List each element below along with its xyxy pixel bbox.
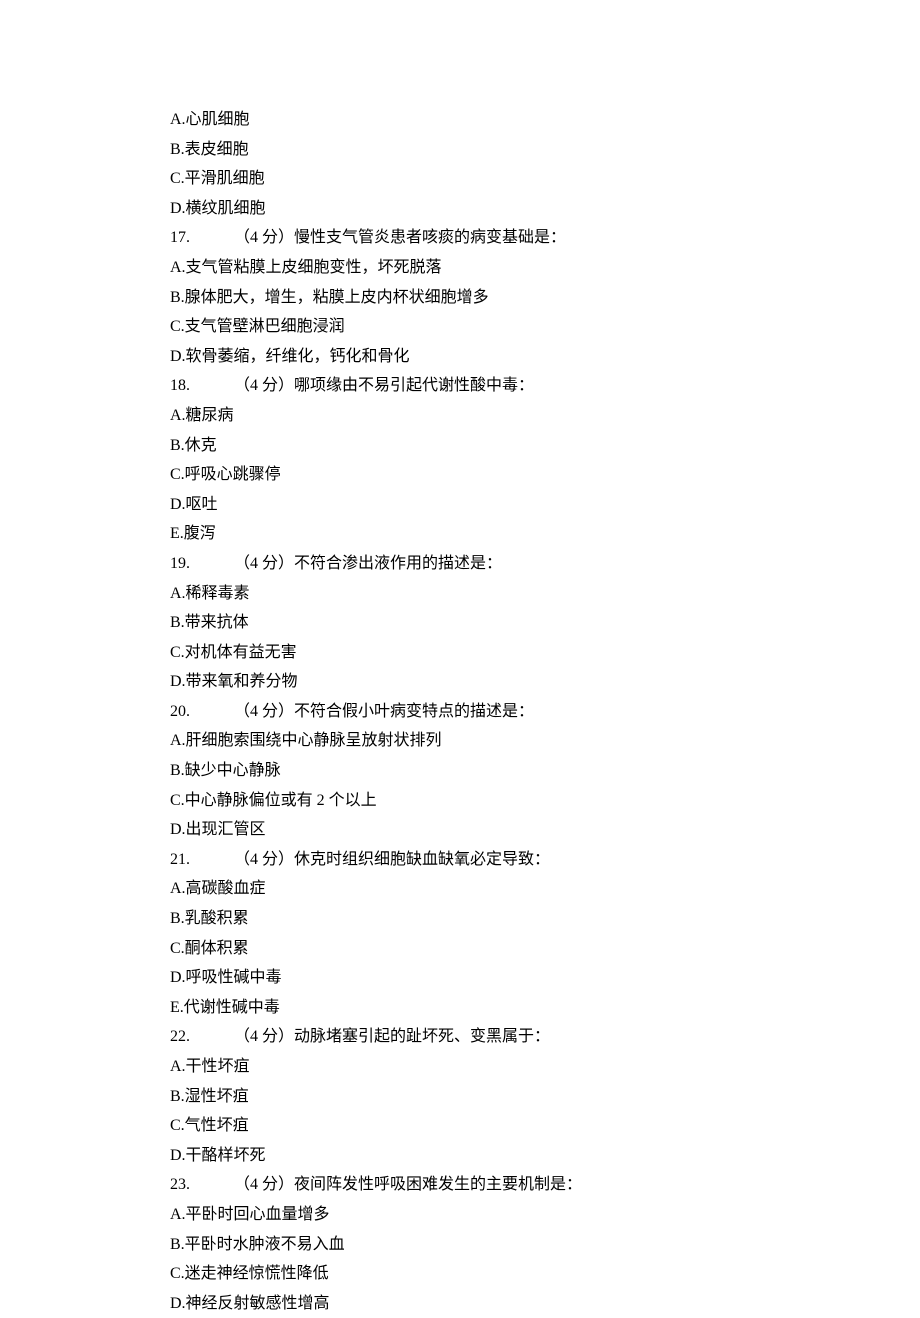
option-line: D.神经反射敏感性增高 xyxy=(170,1289,770,1318)
option-line: A.支气管粘膜上皮细胞变性，坏死脱落 xyxy=(170,253,770,283)
option-line: B.腺体肥大，增生，粘膜上皮内杯状细胞增多 xyxy=(170,283,770,313)
option-line: C.中心静脉偏位或有 2 个以上 xyxy=(170,786,770,816)
question-number: 21. xyxy=(170,845,234,875)
question-number: 18. xyxy=(170,371,234,401)
option-line: D.呕吐 xyxy=(170,490,770,520)
option-line: B.休克 xyxy=(170,431,770,461)
question-text: （4 分）休克时组织细胞缺血缺氧必定导致： xyxy=(234,845,550,875)
question-text: （4 分）夜间阵发性呼吸困难发生的主要机制是： xyxy=(234,1170,582,1200)
question-number: 19. xyxy=(170,549,234,579)
question-line: 19.（4 分）不符合渗出液作用的描述是： xyxy=(170,549,770,579)
option-line: D.出现汇管区 xyxy=(170,815,770,845)
option-line: E.代谢性碱中毒 xyxy=(170,993,770,1023)
option-line: D.软骨萎缩，纤维化，钙化和骨化 xyxy=(170,342,770,372)
option-line: B.表皮细胞 xyxy=(170,135,770,165)
question-number: 17. xyxy=(170,223,234,253)
option-line: A.心肌细胞 xyxy=(170,105,770,135)
option-line: D.带来氧和养分物 xyxy=(170,667,770,697)
option-line: A.稀释毒素 xyxy=(170,579,770,609)
option-line: C.平滑肌细胞 xyxy=(170,164,770,194)
question-text: （4 分）不符合渗出液作用的描述是： xyxy=(234,549,502,579)
option-line: B.乳酸积累 xyxy=(170,904,770,934)
option-line: B.带来抗体 xyxy=(170,608,770,638)
option-line: A.高碳酸血症 xyxy=(170,874,770,904)
question-text: （4 分）动脉堵塞引起的趾坏死、变黑属于： xyxy=(234,1022,550,1052)
question-text: （4 分）哪项缘由不易引起代谢性酸中毒： xyxy=(234,371,534,401)
option-line: B.湿性坏疽 xyxy=(170,1082,770,1112)
option-line: C.气性坏疽 xyxy=(170,1111,770,1141)
option-line: D.呼吸性碱中毒 xyxy=(170,963,770,993)
question-line: 22.（4 分）动脉堵塞引起的趾坏死、变黑属于： xyxy=(170,1022,770,1052)
option-line: A.平卧时回心血量增多 xyxy=(170,1200,770,1230)
option-line: D.干酪样坏死 xyxy=(170,1141,770,1171)
question-number: 22. xyxy=(170,1022,234,1052)
question-line: 23.（4 分）夜间阵发性呼吸困难发生的主要机制是： xyxy=(170,1170,770,1200)
question-line: 21.（4 分）休克时组织细胞缺血缺氧必定导致： xyxy=(170,845,770,875)
question-number: 23. xyxy=(170,1170,234,1200)
option-line: C.支气管壁淋巴细胞浸润 xyxy=(170,312,770,342)
question-text: （4 分）不符合假小叶病变特点的描述是： xyxy=(234,697,534,727)
question-text: （4 分）慢性支气管炎患者咳痰的病变基础是： xyxy=(234,223,566,253)
option-line: B.缺少中心静脉 xyxy=(170,756,770,786)
option-line: A.糖尿病 xyxy=(170,401,770,431)
option-line: E.腹泻 xyxy=(170,519,770,549)
option-line: C.迷走神经惊慌性降低 xyxy=(170,1259,770,1289)
document-content: A.心肌细胞B.表皮细胞C.平滑肌细胞D.横纹肌细胞17.（4 分）慢性支气管炎… xyxy=(170,105,770,1318)
option-line: C.酮体积累 xyxy=(170,934,770,964)
option-line: C.呼吸心跳骤停 xyxy=(170,460,770,490)
question-line: 20.（4 分）不符合假小叶病变特点的描述是： xyxy=(170,697,770,727)
option-line: C.对机体有益无害 xyxy=(170,638,770,668)
question-line: 17.（4 分）慢性支气管炎患者咳痰的病变基础是： xyxy=(170,223,770,253)
option-line: D.横纹肌细胞 xyxy=(170,194,770,224)
question-number: 20. xyxy=(170,697,234,727)
question-line: 18.（4 分）哪项缘由不易引起代谢性酸中毒： xyxy=(170,371,770,401)
option-line: A.肝细胞索围绕中心静脉呈放射状排列 xyxy=(170,726,770,756)
option-line: A.干性坏疽 xyxy=(170,1052,770,1082)
option-line: B.平卧时水肿液不易入血 xyxy=(170,1230,770,1260)
